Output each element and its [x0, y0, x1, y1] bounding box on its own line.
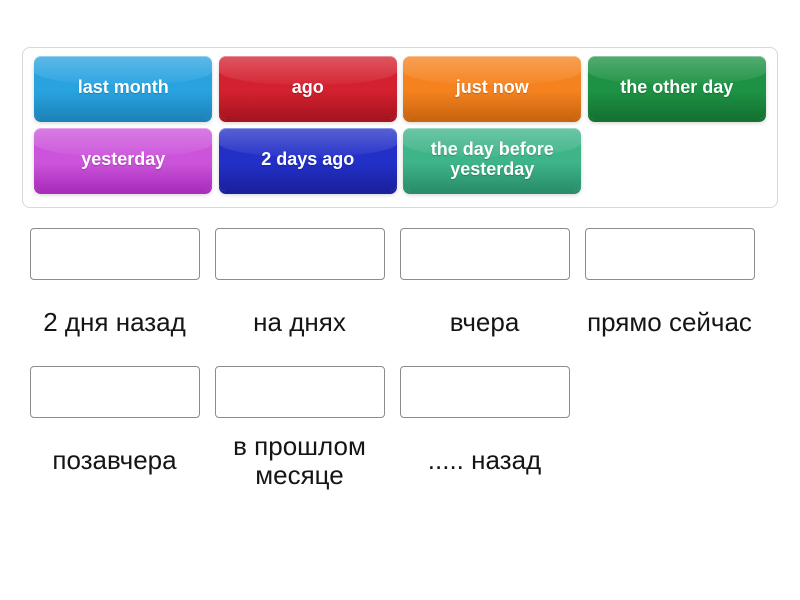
drop-label-wrap: в прошлом месяце: [212, 418, 387, 504]
tile-slot: last month: [31, 56, 216, 128]
drop-target-pozavchera[interactable]: [29, 366, 200, 418]
drop-cell-empty: [577, 366, 762, 504]
drop-label: ..... назад: [427, 445, 542, 476]
tile-slot: yesterday: [31, 128, 216, 200]
tile-label: yesterday: [81, 148, 166, 169]
drop-zone-row-1: 2 дня назад на днях вчера прямо сейчас: [22, 228, 778, 366]
drop-target-2-dnya-nazad[interactable]: [29, 228, 200, 280]
drop-label-wrap: вчера: [397, 280, 572, 366]
word-bank-panel: last month ago just now the other day ye…: [22, 47, 778, 208]
activity-canvas: last month ago just now the other day ye…: [0, 0, 800, 600]
drop-cell: на днях: [207, 228, 392, 366]
drop-label: в прошлом месяце: [233, 430, 366, 490]
drop-target-pryamo-seychas[interactable]: [584, 228, 755, 280]
drop-label: на днях: [253, 307, 346, 338]
drop-target-na-dnyah[interactable]: [214, 228, 385, 280]
drop-label-wrap: прямо сейчас: [582, 280, 757, 366]
drop-cell: позавчера: [22, 366, 207, 504]
drop-label: позавчера: [52, 445, 177, 476]
tile-slot: just now: [400, 56, 585, 128]
tile-label: just now: [455, 76, 529, 97]
drop-label-wrap: позавчера: [27, 418, 202, 504]
tile-slot: 2 days ago: [216, 128, 401, 200]
draggable-tile-the-day-before-yesterday[interactable]: the day before yesterday: [403, 128, 582, 191]
draggable-tile-just-now[interactable]: just now: [403, 56, 582, 119]
drop-cell: в прошлом месяце: [207, 366, 392, 504]
drop-cell: прямо сейчас: [577, 228, 762, 366]
draggable-tile-2-days-ago[interactable]: 2 days ago: [218, 128, 397, 191]
drop-label: 2 дня назад: [43, 307, 186, 338]
tile-label: 2 days ago: [261, 148, 355, 169]
drop-cell: 2 дня назад: [22, 228, 207, 366]
tile-slot: the day before yesterday: [400, 128, 585, 200]
drop-label: вчера: [449, 307, 520, 338]
tile-slot-empty: [585, 128, 770, 200]
drop-label-wrap: [582, 418, 757, 504]
drop-label-wrap: 2 дня назад: [27, 280, 202, 366]
tile-label: the day before yesterday: [430, 139, 554, 179]
drop-target-vchera[interactable]: [399, 228, 570, 280]
drop-zone-grid: 2 дня назад на днях вчера прямо сейчас п…: [22, 228, 778, 504]
drop-label: прямо сейчас: [587, 307, 752, 338]
tile-label: last month: [77, 76, 169, 97]
drop-label-wrap: на днях: [212, 280, 387, 366]
draggable-tile-ago[interactable]: ago: [218, 56, 397, 119]
tile-slot: ago: [216, 56, 401, 128]
word-bank-row-1: last month ago just now the other day: [31, 56, 769, 128]
drop-label-wrap: ..... назад: [397, 418, 572, 504]
draggable-tile-last-month[interactable]: last month: [34, 56, 213, 119]
tile-label: the other day: [620, 76, 734, 97]
drop-target-v-proshlom-mesyatse[interactable]: [214, 366, 385, 418]
tile-slot: the other day: [585, 56, 770, 128]
drop-cell: ..... назад: [392, 366, 577, 504]
draggable-tile-yesterday[interactable]: yesterday: [34, 128, 213, 191]
tile-label: ago: [291, 76, 324, 97]
word-bank-row-2: yesterday 2 days ago the day before yest…: [31, 128, 769, 200]
drop-cell: вчера: [392, 228, 577, 366]
draggable-tile-the-other-day[interactable]: the other day: [587, 56, 766, 119]
drop-zone-row-2: позавчера в прошлом месяце ..... назад: [22, 366, 778, 504]
drop-target-nazad[interactable]: [399, 366, 570, 418]
